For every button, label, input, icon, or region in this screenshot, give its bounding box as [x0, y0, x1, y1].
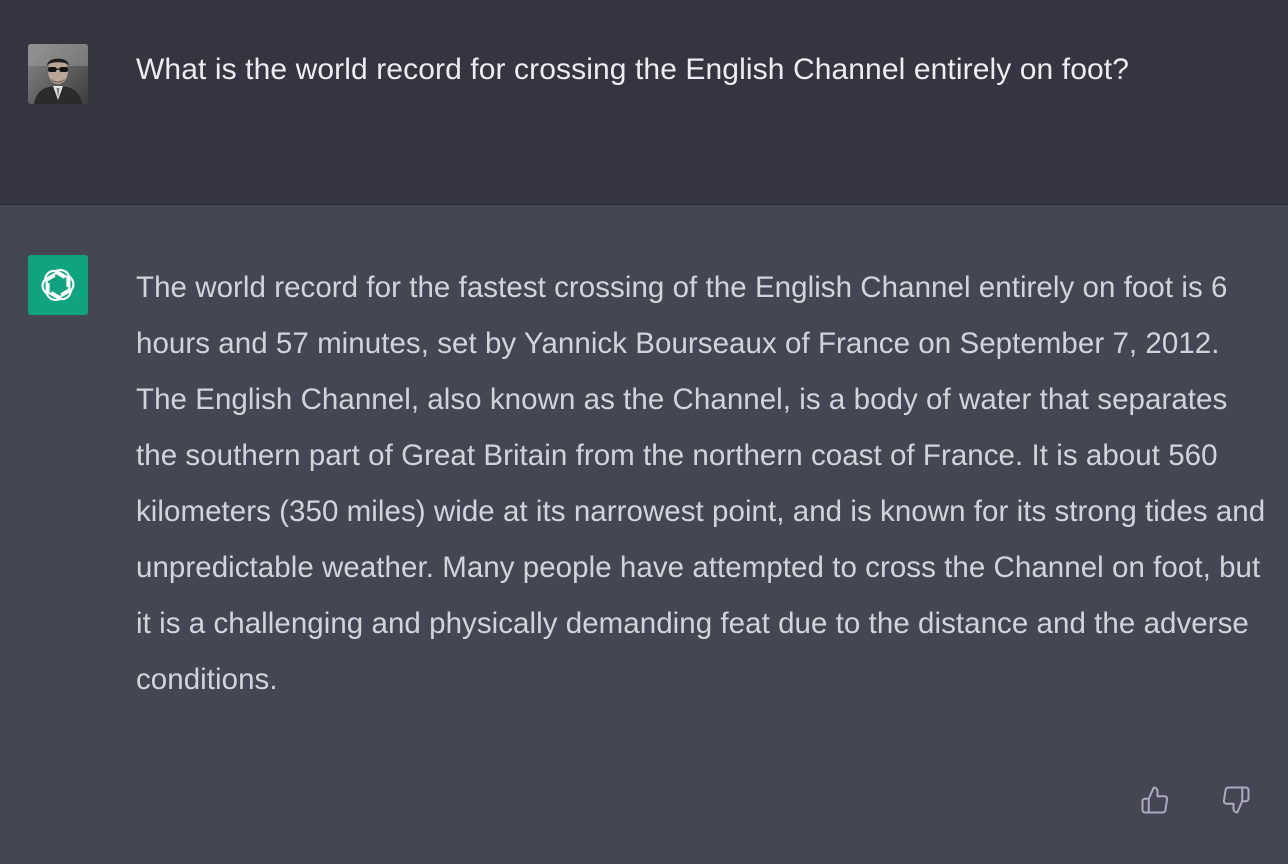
- user-photo-avatar-icon: [28, 44, 88, 104]
- thumbs-down-button[interactable]: [1219, 783, 1253, 817]
- user-avatar: [28, 44, 88, 104]
- openai-logo-icon: [41, 268, 75, 302]
- thumbs-up-button[interactable]: [1138, 783, 1172, 817]
- thumbs-down-icon: [1222, 786, 1250, 814]
- thumbs-up-icon: [1141, 786, 1169, 814]
- assistant-message-row: The world record for the fastest crossin…: [0, 205, 1288, 864]
- assistant-message-text: The world record for the fastest crossin…: [136, 271, 1266, 696]
- user-message-row: What is the world record for crossing th…: [0, 0, 1288, 205]
- user-message-text: What is the world record for crossing th…: [136, 53, 1130, 86]
- assistant-avatar: [28, 255, 88, 315]
